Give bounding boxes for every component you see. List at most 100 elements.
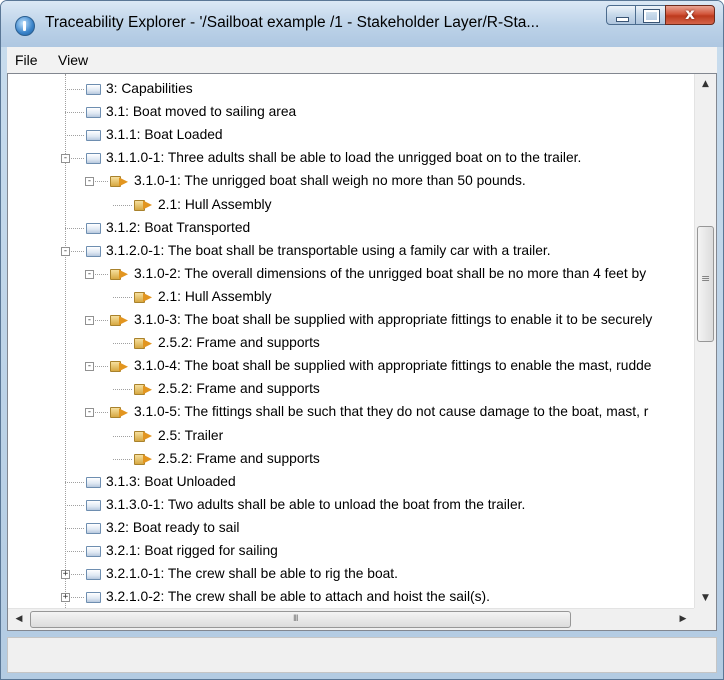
requirement-link-icon xyxy=(110,361,128,373)
tree-row[interactable]: 2.5: Trailer xyxy=(8,425,694,448)
blue-node-icon xyxy=(86,499,101,511)
tree-connector-line xyxy=(113,343,132,345)
tree-row-label: 3.1.3.0-1: Two adults shall be able to u… xyxy=(106,496,526,512)
tree-row[interactable]: 3.1.2: Boat Transported xyxy=(8,217,694,240)
horizontal-scrollbar[interactable]: ◀ ▶ xyxy=(8,608,694,630)
requirement-link-icon xyxy=(134,338,152,350)
tree-row-label: 2.1: Hull Assembly xyxy=(158,288,272,304)
tree-row-label: 3.1.2.0-1: The boat shall be transportab… xyxy=(106,242,551,258)
tree-row[interactable]: 2.5.2: Frame and supports xyxy=(8,448,694,471)
blue-node-icon xyxy=(86,153,101,165)
title-bar[interactable]: Traceability Explorer - '/Sailboat examp… xyxy=(1,1,723,47)
requirement-link-icon xyxy=(110,315,128,326)
expand-icon[interactable]: + xyxy=(61,593,70,603)
traceability-tree-panel: 3: Capabilities 3.1: Boat moved to sailin… xyxy=(7,73,717,631)
tree-row[interactable]: 3.1: Boat moved to sailing area xyxy=(8,101,694,124)
tree-row[interactable]: 2.5.2: Frame and supports xyxy=(8,332,694,355)
scroll-down-arrow-icon[interactable]: ▼ xyxy=(695,588,716,608)
tree-row[interactable]: 3: Capabilities xyxy=(8,78,694,101)
tree-row-label: 2.5.2: Frame and supports xyxy=(158,335,320,351)
collapse-icon[interactable]: - xyxy=(85,177,94,187)
tree-row[interactable]: - 3.1.2.0-1: The boat shall be transporta… xyxy=(8,240,694,263)
tree-row[interactable]: 2.5.2: Frame and supports xyxy=(8,378,694,401)
blue-node-icon xyxy=(86,476,101,488)
tree-row[interactable]: 3.1.1: Boat Loaded xyxy=(8,124,694,147)
blue-node-icon xyxy=(86,569,101,581)
tree-row-label: 3.1.2: Boat Transported xyxy=(106,219,251,235)
collapse-icon[interactable]: - xyxy=(85,269,94,279)
tree-row-label: 2.5: Trailer xyxy=(158,427,224,443)
maximize-button[interactable] xyxy=(636,5,665,25)
tree-connector-line xyxy=(113,204,132,206)
tree-row[interactable]: - 3.1.0-1: The unrigged boat shall weigh … xyxy=(8,170,694,193)
tree-connector-line xyxy=(65,89,84,90)
minimize-button[interactable] xyxy=(606,5,636,25)
tree-connector-line xyxy=(65,527,84,529)
requirement-link-icon xyxy=(134,384,152,396)
requirement-link-icon xyxy=(134,453,152,465)
traceability-explorer-window: Traceability Explorer - '/Sailboat examp… xyxy=(0,0,724,680)
scroll-right-arrow-icon[interactable]: ▶ xyxy=(672,609,694,630)
tree-row-label: 3.2.1: Boat rigged for sailing xyxy=(106,543,278,558)
tree-row[interactable]: 2.1: Hull Assembly xyxy=(8,194,694,217)
tree-row[interactable]: 3.2.1: Boat rigged for sailing xyxy=(8,540,694,563)
window-title: Traceability Explorer - '/Sailboat examp… xyxy=(45,14,540,31)
tree-row-label: 2.5.2: Frame and supports xyxy=(158,450,320,466)
tree-row-label: 3.1.0-2: The overall dimensions of the u… xyxy=(134,265,647,281)
tree-row[interactable]: - 3.1.0-2: The overall dimensions of the … xyxy=(8,263,694,286)
tree-row-label: 3.1.0-4: The boat shall be supplied with… xyxy=(134,358,652,374)
tree-row-label: 3.1.1.0-1: Three adults shall be able to… xyxy=(106,150,582,166)
expand-icon[interactable]: + xyxy=(61,570,70,580)
tree-connector-line xyxy=(113,435,132,437)
close-button[interactable]: x xyxy=(665,5,715,25)
tree-connector-line xyxy=(65,112,84,114)
requirement-link-icon xyxy=(134,430,152,442)
tree-connector-line xyxy=(113,296,132,298)
requirement-link-icon xyxy=(110,407,128,419)
vertical-scrollbar[interactable]: ▲ ▼ xyxy=(694,74,716,608)
tree-row[interactable]: - 3.1.1.0-1: Three adults shall be able t… xyxy=(8,147,694,170)
scroll-up-arrow-icon[interactable]: ▲ xyxy=(695,74,716,94)
tree-row-label: 3.2.1.0-2: The crew shall be able to att… xyxy=(106,589,490,605)
blue-node-icon xyxy=(86,130,101,142)
tree-row[interactable]: - 3.1.0-3: The boat shall be supplied wit… xyxy=(8,309,694,332)
horizontal-scroll-thumb[interactable] xyxy=(30,611,571,628)
tree-row[interactable]: - 3.1.0-5: The fittings shall be such tha… xyxy=(8,401,694,424)
tree-row[interactable]: +3.2.1.0-2: The crew shall be able to at… xyxy=(8,586,694,608)
traceability-tree[interactable]: 3: Capabilities 3.1: Boat moved to sailin… xyxy=(8,74,694,608)
menu-view[interactable]: View xyxy=(58,52,88,68)
tree-row-label: 3.1.3: Boat Unloaded xyxy=(106,473,236,489)
tree-row-label: 3.2: Boat ready to sail xyxy=(106,519,240,535)
scroll-left-arrow-icon[interactable]: ◀ xyxy=(8,609,30,630)
collapse-icon[interactable]: - xyxy=(85,316,94,325)
tree-row-label: 3: Capabilities xyxy=(106,81,193,96)
tree-row[interactable]: 3.2: Boat ready to sail xyxy=(8,517,694,540)
collapse-icon[interactable]: - xyxy=(85,362,94,372)
tree-row[interactable]: +3.2.1.0-1: The crew shall be able to ri… xyxy=(8,563,694,586)
tree-connector-line xyxy=(113,458,132,460)
tree-connector-line xyxy=(65,551,84,552)
blue-node-icon xyxy=(86,522,101,534)
tree-connector-line xyxy=(65,135,84,137)
scrollbar-corner xyxy=(694,608,716,630)
requirement-link-icon xyxy=(110,268,128,280)
tree-row-label: 2.5.2: Frame and supports xyxy=(158,381,320,397)
collapse-icon[interactable]: - xyxy=(61,246,70,256)
tree-row-label: 2.1: Hull Assembly xyxy=(158,196,272,212)
tree-row[interactable]: 3.1.3: Boat Unloaded xyxy=(8,471,694,494)
tree-connector-line xyxy=(65,481,84,483)
blue-node-icon xyxy=(86,546,101,557)
menu-bar: File View xyxy=(7,47,717,74)
tree-row-label: 3.1: Boat moved to sailing area xyxy=(106,104,297,120)
tree-row-label: 3.1.0-3: The boat shall be supplied with… xyxy=(134,312,653,327)
vertical-scroll-thumb[interactable] xyxy=(697,226,714,342)
collapse-icon[interactable]: - xyxy=(61,154,70,164)
tree-row-label: 3.1.0-1: The unrigged boat shall weigh n… xyxy=(134,173,526,189)
tree-row[interactable]: 3.1.3.0-1: Two adults shall be able to u… xyxy=(8,494,694,517)
close-icon: x xyxy=(685,5,695,23)
tree-row[interactable]: - 3.1.0-4: The boat shall be supplied wit… xyxy=(8,355,694,378)
collapse-icon[interactable]: - xyxy=(85,408,94,418)
tree-row[interactable]: 2.1: Hull Assembly xyxy=(8,286,694,309)
menu-file[interactable]: File xyxy=(15,52,38,68)
status-bar xyxy=(7,637,717,673)
